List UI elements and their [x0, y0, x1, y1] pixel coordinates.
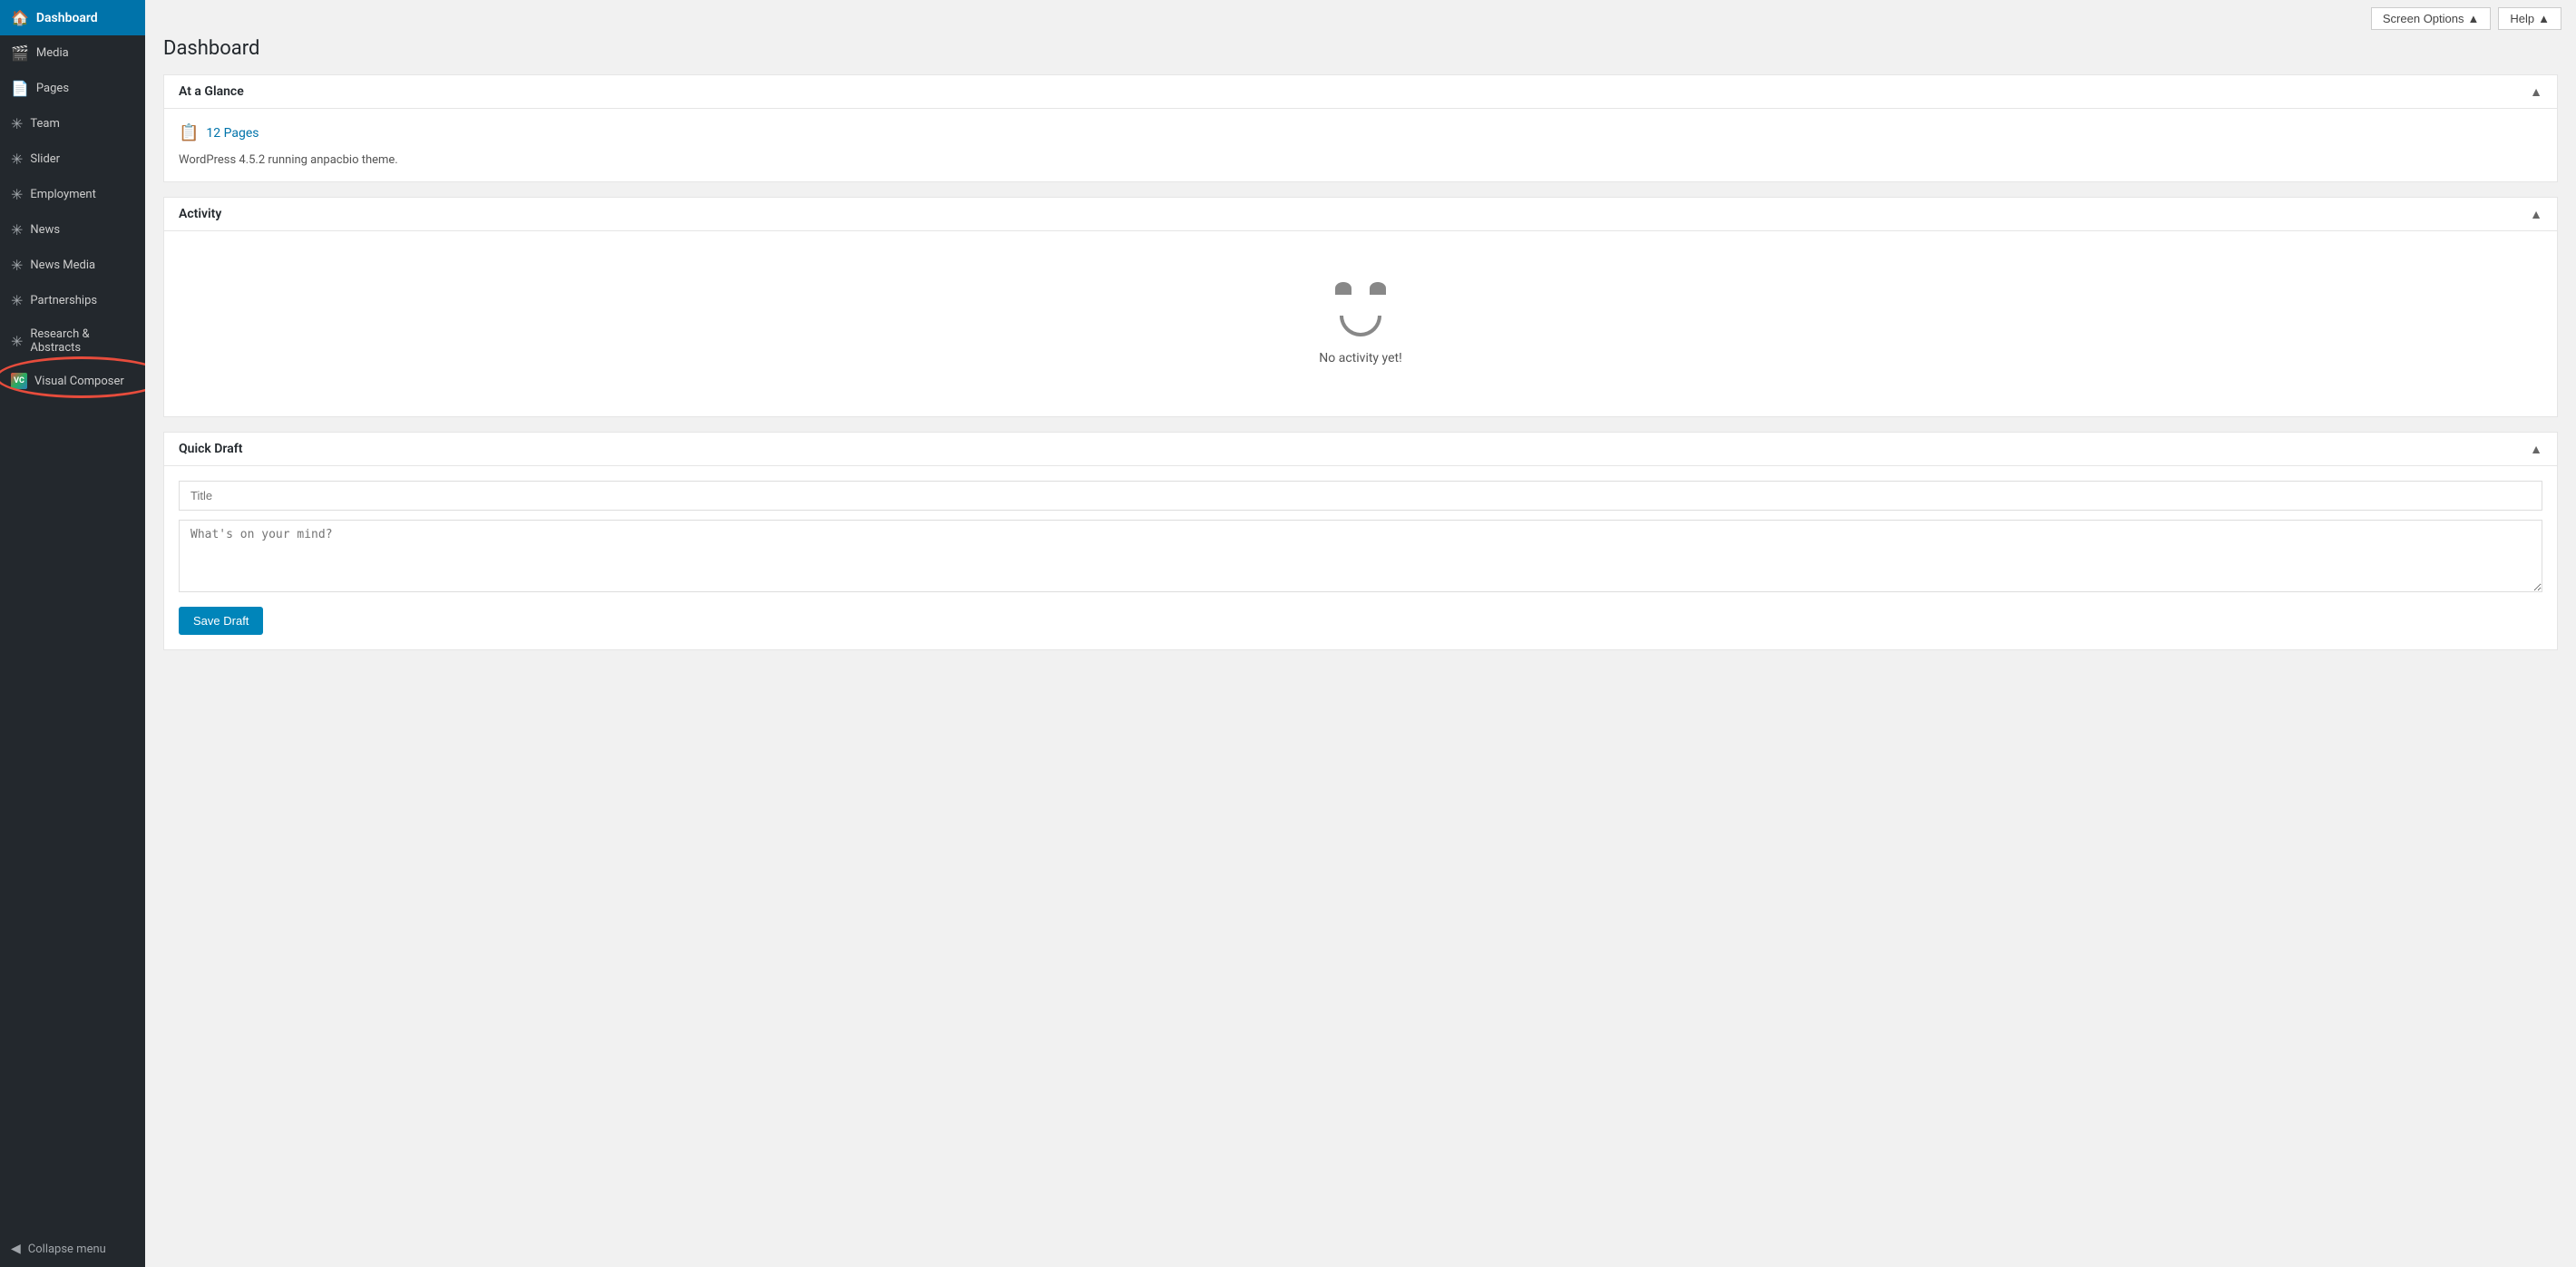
- at-a-glance-toggle-button[interactable]: ▲: [2530, 84, 2542, 99]
- sidebar-employment-label: Employment: [30, 188, 95, 201]
- wordpress-info: WordPress 4.5.2 running anpacbio theme.: [179, 153, 2542, 167]
- collapse-menu-label: Collapse menu: [28, 1243, 106, 1256]
- sidebar-media-label: Media: [36, 46, 69, 60]
- sidebar-item-media[interactable]: 🎬 Media: [0, 35, 145, 71]
- news-media-icon: ✳: [11, 257, 23, 274]
- visual-composer-icon: VC: [11, 373, 27, 389]
- quick-draft-toggle-button[interactable]: ▲: [2530, 442, 2542, 456]
- activity-toggle-button[interactable]: ▲: [2530, 207, 2542, 221]
- screen-options-button[interactable]: Screen Options ▲: [2371, 7, 2491, 30]
- activity-panel: Activity ▲ No activity yet!: [163, 197, 2558, 417]
- quick-draft-header: Quick Draft ▲: [164, 433, 2557, 466]
- screen-options-label: Screen Options: [2383, 12, 2464, 25]
- activity-empty-text: No activity yet!: [1319, 351, 1401, 365]
- quick-draft-title-input[interactable]: [179, 481, 2542, 511]
- dashboard-icon: 🏠: [11, 9, 29, 26]
- activity-body: No activity yet!: [164, 231, 2557, 416]
- media-icon: 🎬: [11, 44, 29, 62]
- sidebar-item-news-media[interactable]: ✳ News Media: [0, 248, 145, 283]
- sidebar-item-partnerships[interactable]: ✳ Partnerships: [0, 283, 145, 318]
- quick-draft-body: Save Draft: [164, 466, 2557, 649]
- sidebar-item-visual-composer[interactable]: VC Visual Composer: [0, 364, 145, 398]
- sidebar: 🏠 Dashboard 🎬 Media 📄 Pages ✳ Team ✳ Sli…: [0, 0, 145, 1267]
- activity-empty-state: No activity yet!: [179, 246, 2542, 402]
- at-a-glance-panel: At a Glance ▲ 📋 12 Pages WordPress 4.5.2…: [163, 74, 2558, 182]
- at-a-glance-body: 📋 12 Pages WordPress 4.5.2 running anpac…: [164, 109, 2557, 181]
- collapse-icon: ◀: [11, 1242, 21, 1256]
- topbar: Screen Options ▲ Help ▲: [145, 0, 2576, 37]
- save-draft-label: Save Draft: [193, 614, 249, 628]
- smiley-left-eye: [1335, 282, 1351, 295]
- smiley-mouth: [1340, 316, 1381, 336]
- at-a-glance-title: At a Glance: [179, 84, 244, 99]
- sidebar-partnerships-label: Partnerships: [30, 294, 97, 307]
- sidebar-item-employment[interactable]: ✳ Employment: [0, 177, 145, 212]
- pages-count-link[interactable]: 12 Pages: [206, 126, 259, 141]
- activity-title: Activity: [179, 207, 221, 221]
- partnerships-icon: ✳: [11, 292, 23, 309]
- sidebar-slider-label: Slider: [30, 152, 60, 166]
- sidebar-item-pages[interactable]: 📄 Pages: [0, 71, 145, 106]
- collapse-menu-button[interactable]: ◀ Collapse menu: [0, 1231, 145, 1267]
- save-draft-button[interactable]: Save Draft: [179, 607, 263, 635]
- research-abstracts-icon: ✳: [11, 333, 23, 350]
- sidebar-item-dashboard[interactable]: 🏠 Dashboard: [0, 0, 145, 35]
- smiley-face-icon: [1324, 282, 1397, 336]
- help-chevron-icon: ▲: [2538, 12, 2550, 25]
- sidebar-dashboard-label: Dashboard: [36, 11, 98, 25]
- team-icon: ✳: [11, 115, 23, 132]
- quick-draft-panel: Quick Draft ▲ Save Draft: [163, 432, 2558, 650]
- sidebar-item-research-abstracts[interactable]: ✳ Research & Abstracts: [0, 318, 145, 364]
- screen-options-chevron-icon: ▲: [2468, 12, 2480, 25]
- help-button[interactable]: Help ▲: [2498, 7, 2561, 30]
- employment-icon: ✳: [11, 186, 23, 203]
- sidebar-research-abstracts-label: Research & Abstracts: [30, 327, 134, 355]
- sidebar-visual-composer-label: Visual Composer: [34, 375, 124, 388]
- quick-draft-title: Quick Draft: [179, 442, 242, 456]
- activity-header: Activity ▲: [164, 198, 2557, 231]
- at-a-glance-header: At a Glance ▲: [164, 75, 2557, 109]
- sidebar-item-news[interactable]: ✳ News: [0, 212, 145, 248]
- main-content: Screen Options ▲ Help ▲ Dashboard At a G…: [145, 0, 2576, 1267]
- pages-count-row: 📋 12 Pages: [179, 123, 2542, 142]
- smiley-right-eye: [1370, 282, 1386, 295]
- sidebar-item-team[interactable]: ✳ Team: [0, 106, 145, 141]
- pages-count-icon: 📋: [179, 123, 199, 142]
- pages-icon: 📄: [11, 80, 29, 97]
- help-label: Help: [2510, 12, 2534, 25]
- slider-icon: ✳: [11, 151, 23, 168]
- sidebar-team-label: Team: [30, 117, 60, 131]
- news-icon: ✳: [11, 221, 23, 239]
- sidebar-news-label: News: [30, 223, 60, 237]
- quick-draft-content-textarea[interactable]: [179, 520, 2542, 592]
- sidebar-pages-label: Pages: [36, 82, 69, 95]
- page-title: Dashboard: [145, 37, 2576, 74]
- sidebar-news-media-label: News Media: [30, 258, 95, 272]
- sidebar-item-slider[interactable]: ✳ Slider: [0, 141, 145, 177]
